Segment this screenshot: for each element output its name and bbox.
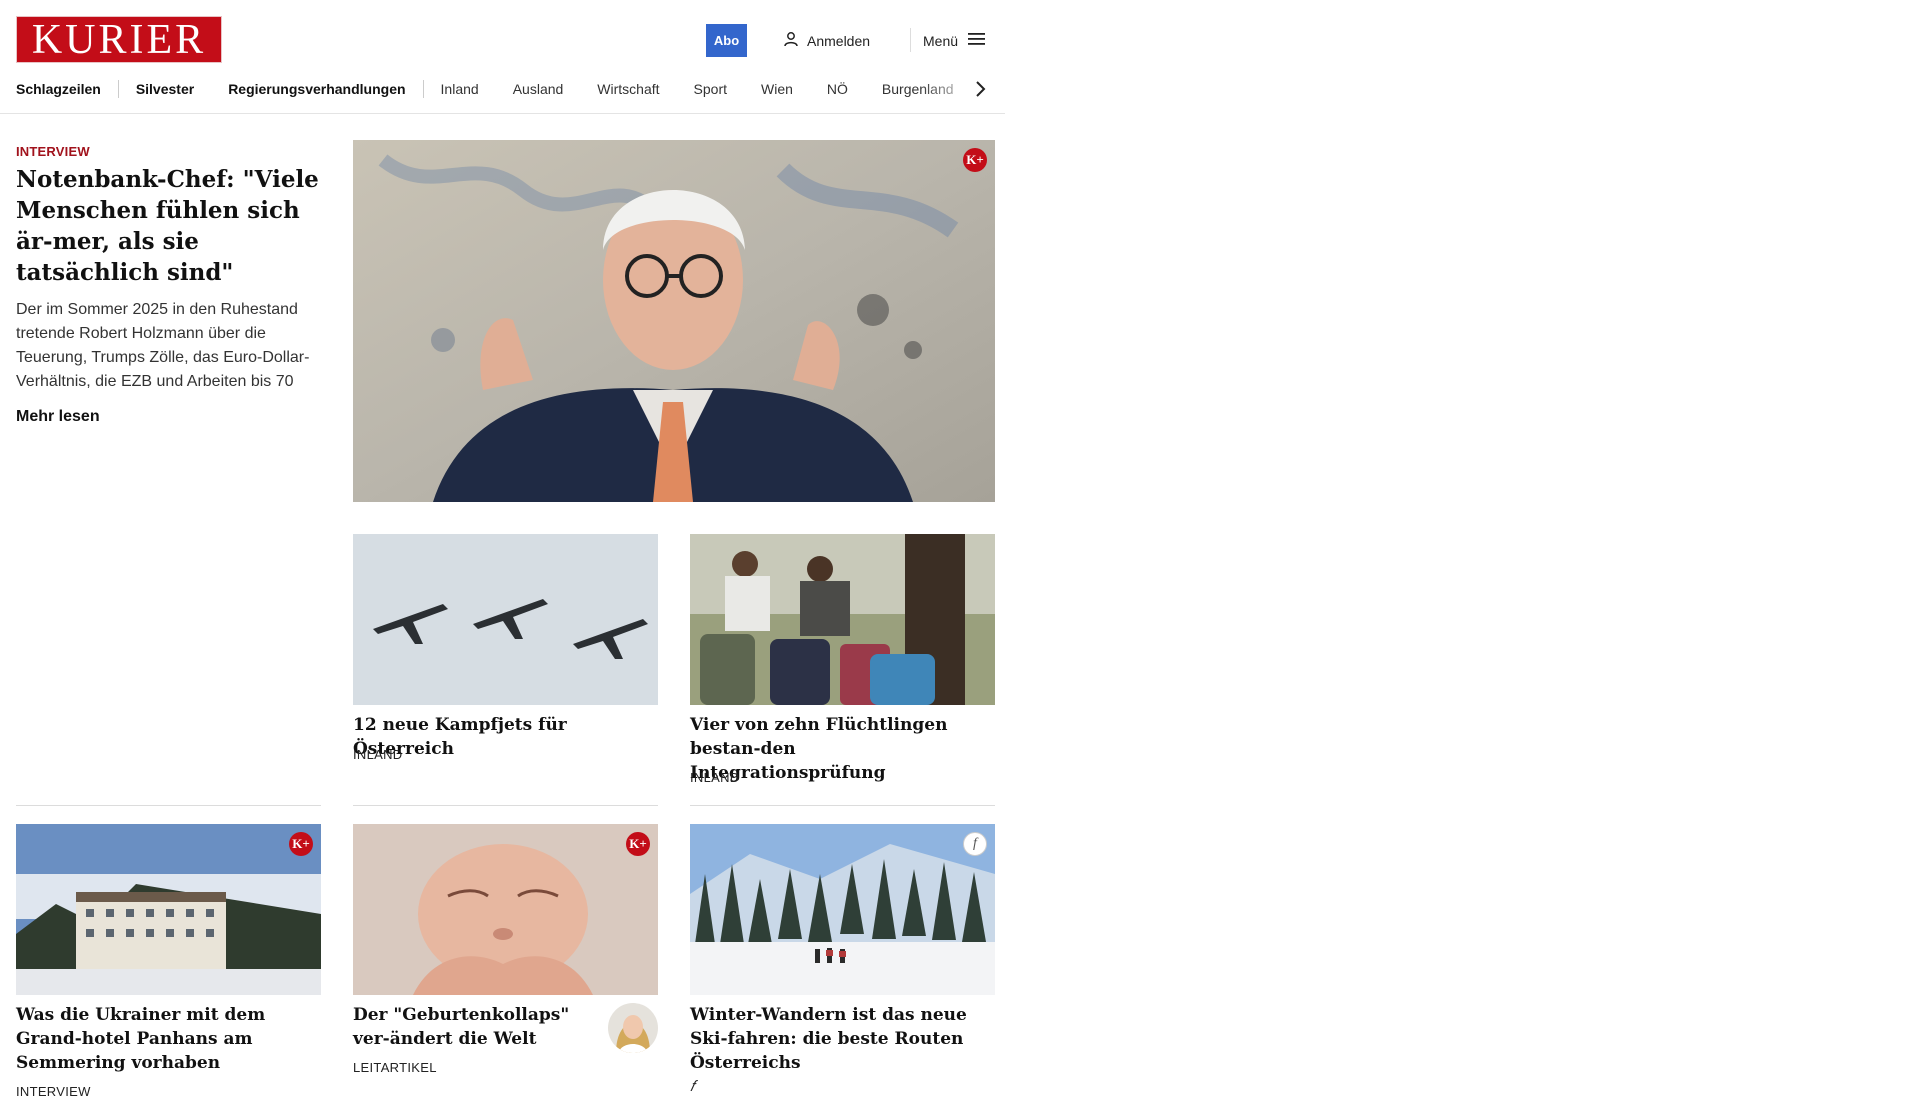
nav-item-wirtschaft[interactable]: Wirtschaft xyxy=(597,81,659,97)
login-label: Anmelden xyxy=(807,32,871,49)
nav-item-silvester[interactable]: Silvester xyxy=(136,81,194,97)
card-category[interactable]: INTERVIEW xyxy=(16,1084,91,1099)
freizeit-badge-icon: f xyxy=(963,832,987,856)
kurier-logo[interactable]: KURIER xyxy=(16,16,222,63)
freizeit-badge-icon: 𝑓 xyxy=(690,1079,695,1095)
card-divider xyxy=(353,805,658,806)
card-category[interactable]: LEITARTIKEL xyxy=(353,1060,437,1075)
nav-item-schlagzeilen[interactable]: Schlagzeilen xyxy=(16,81,101,97)
card-image-kampfjets[interactable] xyxy=(353,534,658,705)
card-image-winterwandern[interactable]: f xyxy=(690,824,995,995)
card-image-panhans[interactable]: K+ xyxy=(16,824,321,995)
abo-button[interactable]: Abo xyxy=(706,24,747,57)
card-category[interactable]: INLAND xyxy=(353,747,402,762)
card-headline[interactable]: Winter-Wandern ist das neue Ski-fahren: … xyxy=(690,1003,995,1075)
read-more-link[interactable]: Mehr lesen xyxy=(16,408,100,426)
card-headline[interactable]: Der "Geburtenkollaps" ver-ändert die Wel… xyxy=(353,1003,593,1051)
card-image-fluechtlinge[interactable] xyxy=(690,534,995,705)
page: KURIER Abo Anmelden Menü Schlagzeilen Si… xyxy=(0,0,1005,1099)
card-image-baby[interactable]: K+ xyxy=(353,824,658,995)
nav-fade xyxy=(920,76,980,102)
kplus-badge-icon: K+ xyxy=(289,832,313,856)
header-divider xyxy=(910,28,911,52)
login-button[interactable]: Anmelden xyxy=(783,28,870,53)
card-divider xyxy=(690,805,995,806)
nav-item-regierungsverhandlungen[interactable]: Regierungsverhandlungen xyxy=(228,81,405,97)
section-nav: Schlagzeilen Silvester Regierungsverhand… xyxy=(16,78,996,100)
lead-headline[interactable]: Notenbank-Chef: "Viele Menschen fühlen s… xyxy=(16,164,321,288)
menu-button[interactable]: Menü xyxy=(923,28,986,53)
chevron-right-icon[interactable] xyxy=(972,79,988,99)
menu-label: Menü xyxy=(923,32,959,49)
hamburger-menu-icon xyxy=(968,32,986,49)
nav-item-ausland[interactable]: Ausland xyxy=(513,81,564,97)
lead-image[interactable]: K+ xyxy=(353,140,995,502)
card-divider xyxy=(16,805,321,806)
nav-divider xyxy=(0,113,1005,114)
lead-teaser: Der im Sommer 2025 in den Ruhestand tret… xyxy=(16,301,310,390)
author-avatar xyxy=(608,1003,658,1053)
nav-separator xyxy=(422,80,424,98)
nav-item-noe[interactable]: NÖ xyxy=(827,81,848,97)
card-category[interactable]: INLAND xyxy=(690,770,739,785)
nav-item-wien[interactable]: Wien xyxy=(761,81,793,97)
kplus-badge-icon: K+ xyxy=(626,832,650,856)
nav-separator xyxy=(117,80,119,98)
kplus-badge-icon: K+ xyxy=(963,148,987,172)
user-icon xyxy=(783,31,799,50)
lead-kicker: INTERVIEW xyxy=(16,144,90,159)
nav-item-inland[interactable]: Inland xyxy=(441,81,479,97)
card-headline[interactable]: Was die Ukrainer mit dem Grand-hotel Pan… xyxy=(16,1003,321,1075)
nav-item-sport[interactable]: Sport xyxy=(694,81,727,97)
